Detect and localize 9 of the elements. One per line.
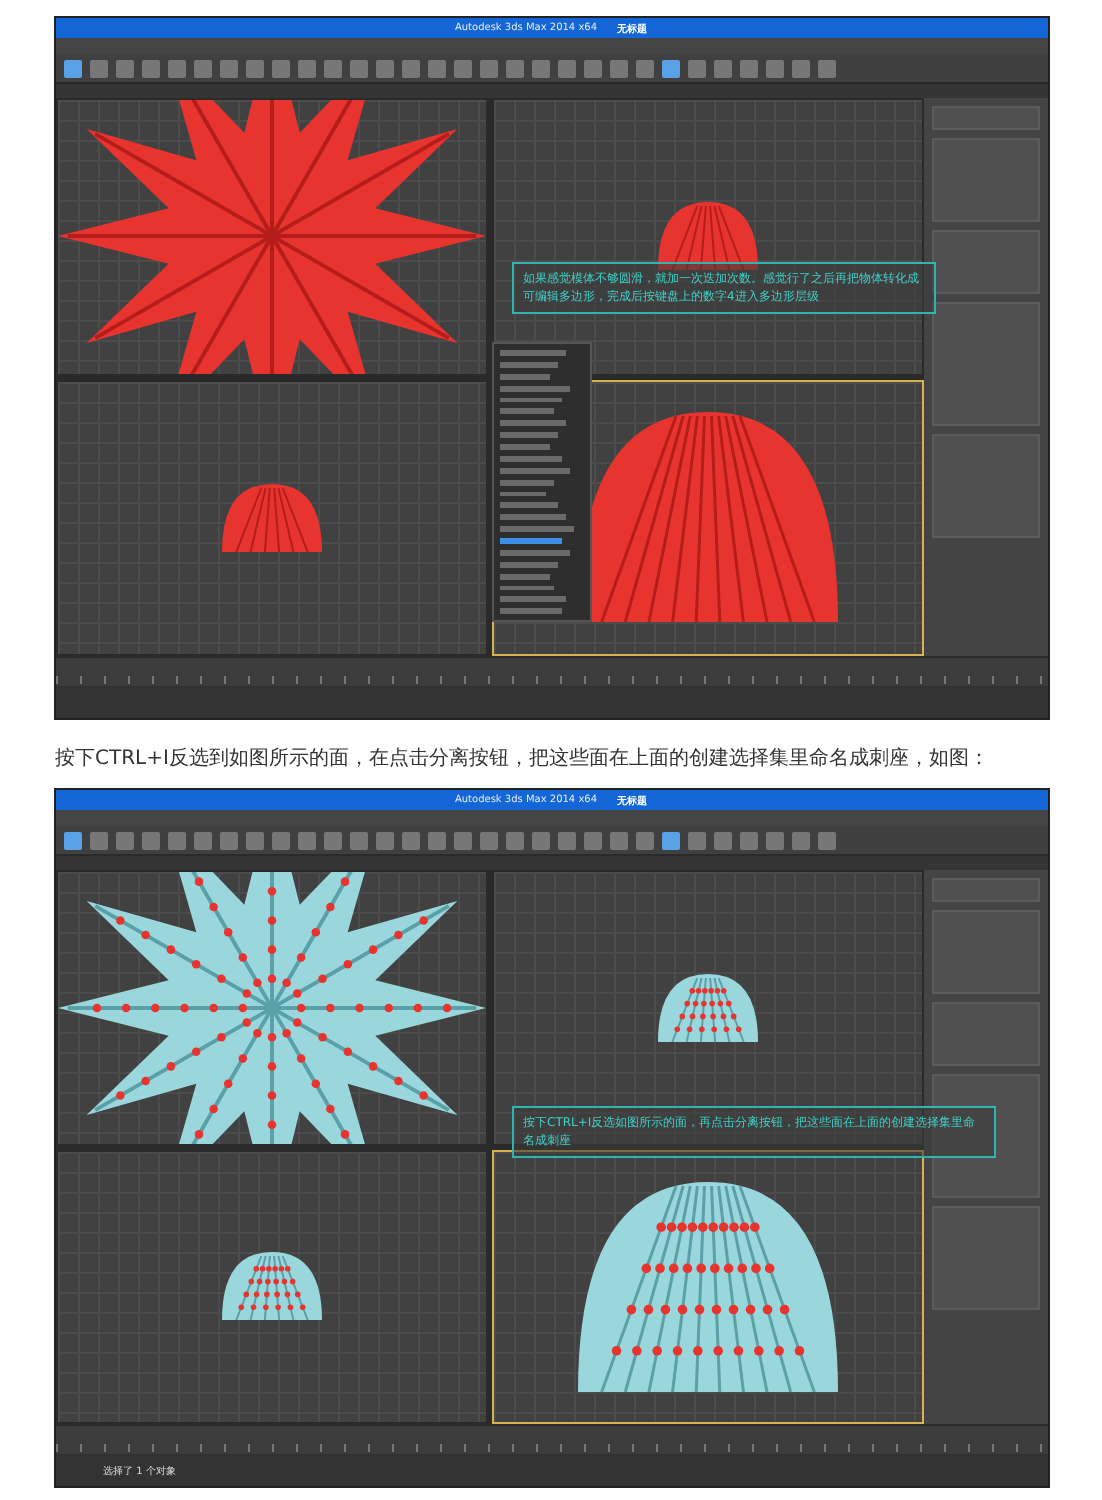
viewport[interactable] xyxy=(491,1149,923,1424)
viewport[interactable] xyxy=(491,98,923,375)
dome-mesh-drawing xyxy=(657,202,757,271)
dome-mesh-drawing xyxy=(657,973,757,1042)
caption-text: 按下CTRL+I反选到如图所示的面，在点击分离按钮，把这些面在上面的创建选择集里命名成刺座，如图： xyxy=(55,745,991,772)
timeline[interactable] xyxy=(55,656,1047,686)
dome-mesh-drawing xyxy=(221,483,321,552)
viewport[interactable] xyxy=(55,1149,487,1424)
dome-mesh-drawing xyxy=(221,1252,321,1321)
